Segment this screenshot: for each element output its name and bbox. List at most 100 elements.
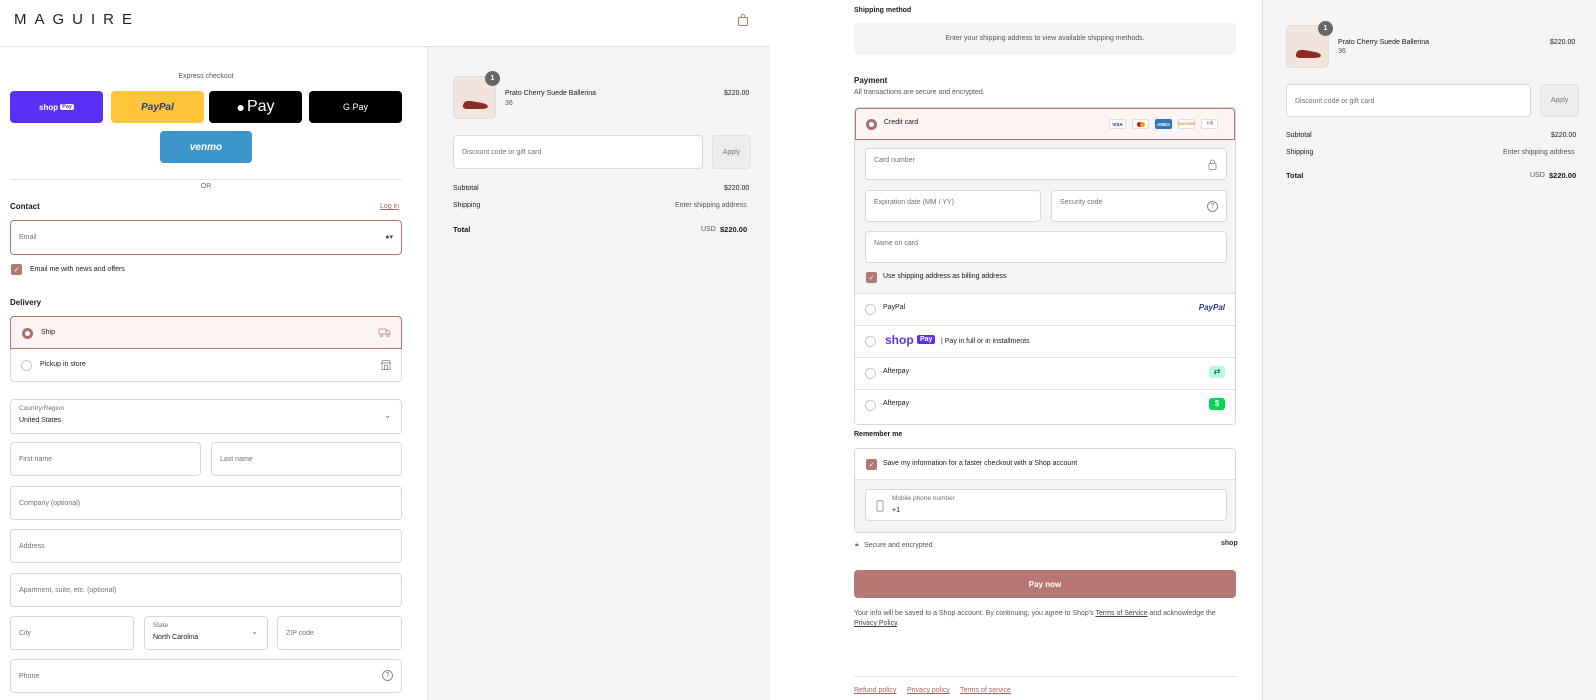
google-pay-button[interactable]: G Pay <box>309 91 402 123</box>
pickup-label: Pickup in store <box>40 361 86 368</box>
shop-pay-badge: Pay <box>917 335 936 344</box>
discover-icon: DISCOVER <box>1178 119 1195 129</box>
expiration-field[interactable]: Expiration date (MM / YY) <box>865 190 1041 222</box>
card-number-placeholder: Card number <box>874 157 915 164</box>
shop-logo: shop <box>1221 540 1238 547</box>
currency-label: USD <box>701 226 716 233</box>
afterpay-1-radio[interactable] <box>865 368 876 379</box>
store-icon <box>380 360 392 370</box>
shop-pay-text: | Pay in full or in installments <box>941 338 1030 345</box>
afterpay-icon: ⇄ <box>1209 366 1225 378</box>
amex-icon: AMEX <box>1155 119 1172 129</box>
privacy-policy-link[interactable]: Privacy Policy <box>854 620 897 627</box>
security-code-field[interactable]: Security code ? <box>1051 190 1227 222</box>
product-name: Prato Cherry Suede Ballerina <box>505 90 597 97</box>
paypal-logo: PayPal <box>141 101 174 113</box>
terms-of-service-link[interactable]: Terms of Service <box>1095 610 1147 617</box>
credit-card-option[interactable]: Credit card VISA AMEX DISCOVER +4 <box>855 108 1235 140</box>
zip-field[interactable]: ZIP code <box>277 616 402 650</box>
shop-pay-badge: Pay <box>60 104 74 110</box>
apple-pay-button[interactable]: ● Pay <box>209 91 302 123</box>
shop-pay-option[interactable]: shop Pay | Pay in full or in installment… <box>855 325 1235 357</box>
terms-footer-link[interactable]: Terms of service <box>960 687 1011 694</box>
login-link[interactable]: Log in <box>380 203 399 210</box>
credit-card-radio[interactable] <box>866 119 877 130</box>
country-label: Country/Region <box>19 405 65 412</box>
first-name-placeholder: First name <box>19 456 53 463</box>
apple-pay-label: Pay <box>246 98 275 115</box>
total-label: Total <box>1286 171 1304 180</box>
ship-radio[interactable] <box>22 328 33 339</box>
shipping-label: Shipping <box>1286 149 1314 156</box>
shop-pay-button[interactable]: shop Pay <box>10 91 103 123</box>
afterpay-option-2[interactable]: Afterpay $ <box>855 389 1235 424</box>
discount-field[interactable]: Discount code or gift card <box>453 135 703 169</box>
mobile-area: Mobile phone number +1 <box>855 480 1235 532</box>
autofill-icon[interactable]: ●▾ <box>385 233 393 241</box>
paypal-radio[interactable] <box>865 304 876 315</box>
legal-before: Your info will be saved to a Shop accoun… <box>854 610 1096 617</box>
afterpay-2-radio[interactable] <box>865 400 876 411</box>
last-name-placeholder: Last name <box>220 456 253 463</box>
product-price: $220.00 <box>724 90 750 97</box>
more-cards-badge: +4 <box>1201 119 1218 129</box>
total-value: $220.00 <box>720 225 748 234</box>
help-icon[interactable]: ? <box>382 670 393 681</box>
shop-pay-radio[interactable] <box>865 336 876 347</box>
email-field[interactable]: Email ●▾ <box>10 220 402 255</box>
secure-lock-icon: 🔒︎ <box>855 541 859 548</box>
delivery-option-ship[interactable]: Ship <box>10 316 402 349</box>
apply-button[interactable]: Apply <box>1540 84 1579 117</box>
legal-text: Your info will be saved to a Shop accoun… <box>854 609 1236 629</box>
paypal-option[interactable]: PayPal PayPal <box>855 293 1235 325</box>
express-checkout-label: Express checkout <box>178 73 234 80</box>
phone-icon <box>876 500 884 512</box>
afterpay-2-label: Afterpay <box>883 400 910 407</box>
delivery-option-pickup[interactable]: Pickup in store <box>10 349 402 382</box>
afterpay-option-1[interactable]: Afterpay ⇄ <box>855 357 1235 389</box>
subtotal-value: $220.00 <box>1551 132 1577 139</box>
address-field[interactable]: Address <box>10 529 402 563</box>
save-info-checkbox[interactable]: ✓ <box>866 459 877 470</box>
quantity-badge: 1 <box>1318 21 1333 36</box>
lock-icon <box>1208 159 1217 170</box>
pay-now-button[interactable]: Pay now <box>854 570 1236 598</box>
truck-icon <box>378 328 391 338</box>
apply-button[interactable]: Apply <box>712 135 751 169</box>
total-value: $220.00 <box>1549 171 1577 180</box>
billing-checkbox[interactable]: ✓ <box>866 272 877 283</box>
help-icon[interactable]: ? <box>1207 201 1218 212</box>
phone-field[interactable]: Phone ? <box>10 659 402 693</box>
company-field[interactable]: Company (optional) <box>10 486 402 520</box>
paypal-button[interactable]: PayPal <box>111 91 204 123</box>
remember-heading: Remember me <box>854 431 903 438</box>
first-name-field[interactable]: First name <box>10 442 201 476</box>
discount-field[interactable]: Discount code or gift card <box>1286 84 1531 117</box>
apartment-field[interactable]: Apartment, suite, etc. (optional) <box>10 573 402 607</box>
apartment-placeholder: Apartment, suite, etc. (optional) <box>19 587 117 594</box>
country-select[interactable]: Country/Region United States ⌄ <box>10 399 402 434</box>
pickup-radio[interactable] <box>21 360 32 371</box>
city-field[interactable]: City <box>10 616 134 650</box>
mobile-phone-field[interactable]: Mobile phone number +1 <box>865 489 1227 521</box>
store-logo[interactable]: MAGUIRE <box>14 11 140 28</box>
news-checkbox[interactable]: ✓ <box>11 264 22 275</box>
shipping-method-heading: Shipping method <box>854 7 912 14</box>
discount-placeholder: Discount code or gift card <box>462 149 542 156</box>
city-placeholder: City <box>19 630 32 637</box>
card-number-field[interactable]: Card number <box>865 148 1227 180</box>
refund-policy-link[interactable]: Refund policy <box>854 687 896 694</box>
shopping-bag-icon[interactable] <box>737 14 749 26</box>
credit-card-label: Credit card <box>884 119 919 126</box>
paypal-label: PayPal <box>883 304 906 311</box>
address-placeholder: Address <box>19 543 45 550</box>
zip-placeholder: ZIP code <box>286 630 314 637</box>
chevron-down-icon: ⌄ <box>384 411 391 420</box>
payment-subheading: All transactions are secure and encrypte… <box>854 89 985 96</box>
venmo-button[interactable]: venmo <box>160 131 252 163</box>
name-on-card-field[interactable]: Name on card <box>865 231 1227 263</box>
privacy-policy-footer-link[interactable]: Privacy policy <box>907 687 950 694</box>
state-select[interactable]: State North Carolina ⌄ <box>144 616 268 650</box>
last-name-field[interactable]: Last name <box>211 442 402 476</box>
name-on-card-placeholder: Name on card <box>874 240 918 247</box>
